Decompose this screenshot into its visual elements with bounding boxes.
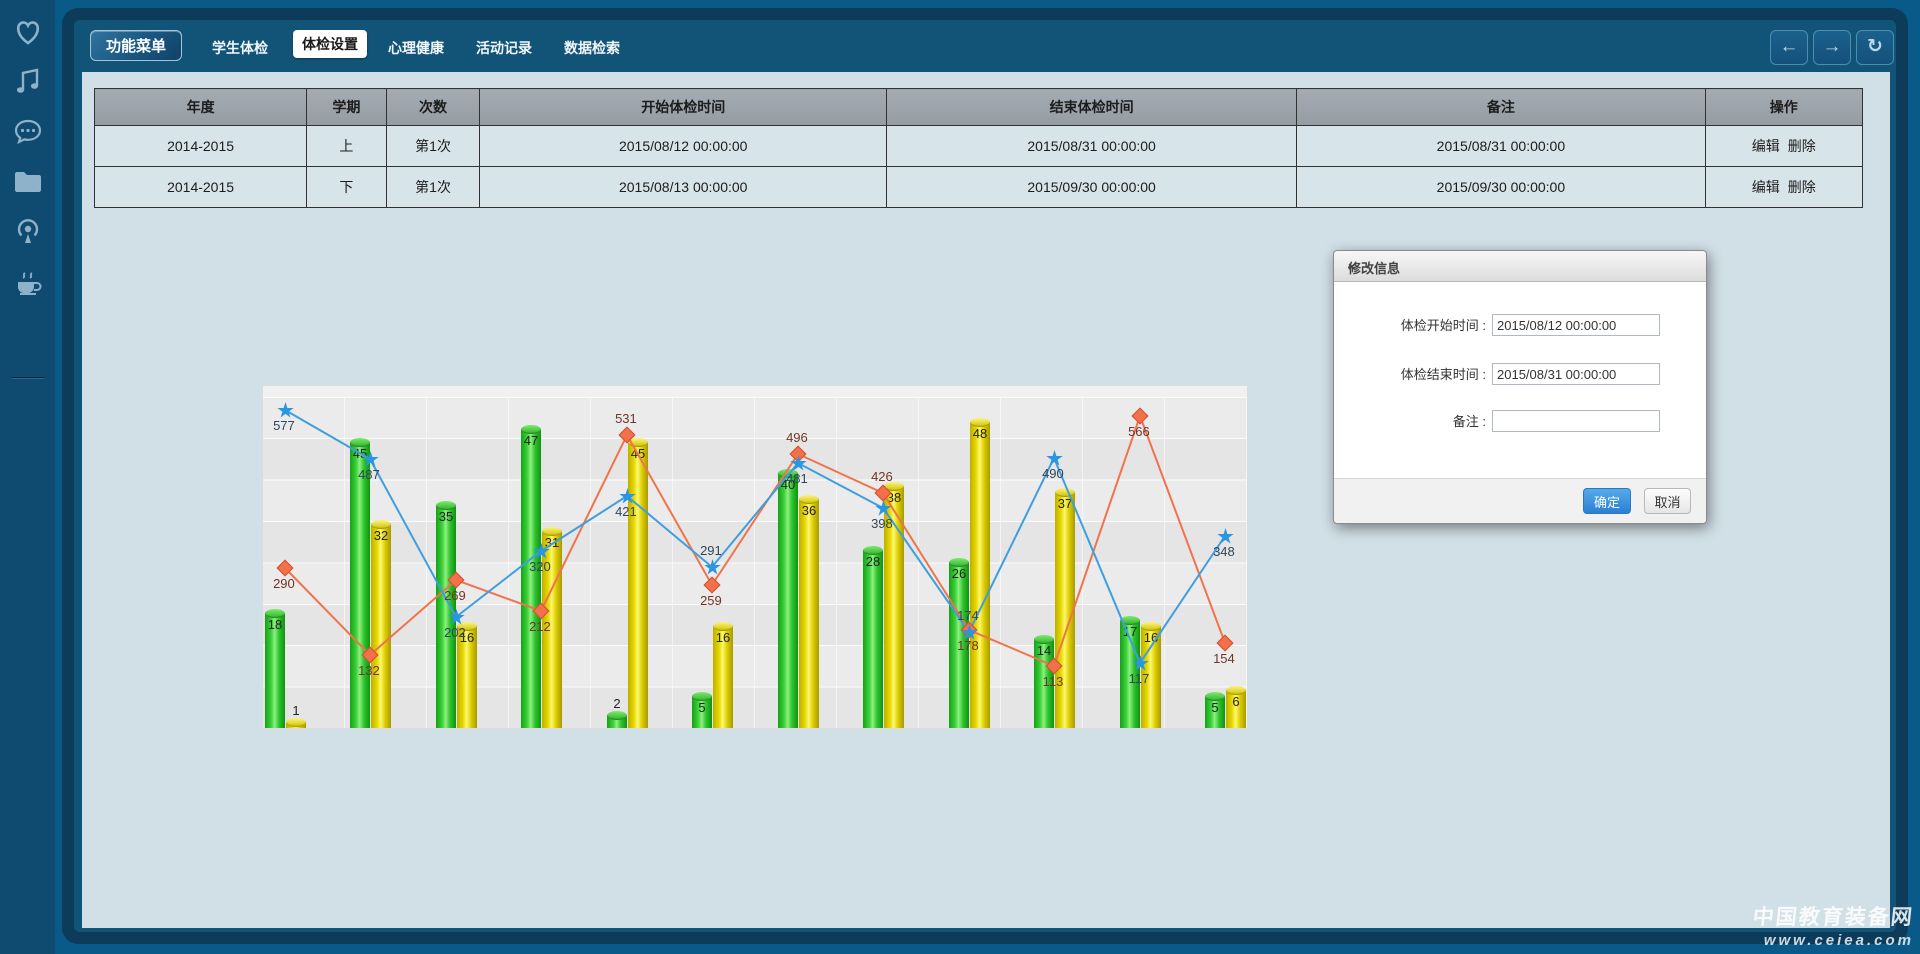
field-row-end-time: 体检结束时间 : (1334, 363, 1706, 387)
field-row-remark: 备注 : (1334, 410, 1706, 434)
table-cell: 2015/08/13 00:00:00 (480, 167, 887, 208)
line-value-label: 426 (871, 469, 893, 484)
tab-3[interactable]: 心理健康 (388, 38, 444, 58)
line-value-label: 566 (1128, 424, 1150, 439)
table-cell: 第1次 (386, 126, 480, 167)
column-header: 次数 (386, 89, 480, 126)
line-value-label: 202 (444, 625, 466, 640)
close-icon[interactable]: × (1348, 258, 1696, 276)
heart-icon[interactable] (10, 14, 46, 50)
menu-button[interactable]: 功能菜单 (90, 30, 182, 61)
line-value-label: 178 (957, 638, 979, 653)
line-value-label: 421 (615, 504, 637, 519)
line-value-label: 113 (1043, 674, 1064, 689)
line-value-label: 212 (529, 619, 551, 634)
column-header: 学期 (307, 89, 387, 126)
ok-button[interactable]: 确定 (1583, 488, 1631, 514)
tab-1[interactable]: 学生体检 (212, 38, 268, 58)
exam-statistics-chart: 1814532351647312455164036283826481437171… (263, 386, 1247, 728)
forward-icon: → (1823, 36, 1842, 57)
refresh-button[interactable]: ↻ (1856, 30, 1894, 65)
line-value-label: 174 (957, 608, 979, 623)
cancel-button[interactable]: 取消 (1644, 488, 1691, 514)
line-value-label: 290 (273, 576, 295, 591)
table-cell: 2015/08/31 00:00:00 (887, 126, 1297, 167)
dialog-footer: 确定 取消 (1334, 478, 1706, 523)
actions-cell: 编辑删除 (1705, 167, 1862, 208)
line-value-label: 320 (529, 559, 551, 574)
table-cell: 2015/08/12 00:00:00 (480, 126, 887, 167)
delete-link[interactable]: 删除 (1788, 138, 1816, 154)
line-value-label: 531 (615, 411, 637, 426)
table-cell: 2014-2015 (95, 126, 307, 167)
actions-cell: 编辑删除 (1705, 126, 1862, 167)
table-cell: 下 (307, 167, 387, 208)
sidebar-divider (12, 377, 44, 378)
line-value-label: 487 (358, 467, 380, 482)
table-cell: 2015/09/30 00:00:00 (887, 167, 1297, 208)
line-value-label: 481 (786, 471, 808, 486)
line-series (263, 397, 1247, 728)
line-value-label: 269 (444, 588, 466, 603)
field-row-start-time: 体检开始时间 : (1334, 314, 1706, 338)
sidebar (0, 0, 55, 954)
table-cell: 2015/08/31 00:00:00 (1297, 126, 1705, 167)
line-value-label: 132 (358, 663, 380, 678)
start-time-input[interactable] (1492, 314, 1660, 336)
remark-label: 备注 : (1334, 410, 1486, 434)
column-header: 年度 (95, 89, 307, 126)
chat-icon[interactable] (10, 114, 46, 150)
remark-input[interactable] (1492, 410, 1660, 432)
exam-schedule-table: 年度学期次数开始体检时间结束体检时间备注操作 2014-2015上第1次2015… (94, 88, 1863, 208)
line-value-label: 496 (786, 430, 808, 445)
coffee-icon[interactable] (10, 264, 46, 300)
line-value-label: 398 (871, 516, 893, 531)
table-row: 2014-2015下第1次2015/08/13 00:00:002015/09/… (95, 167, 1863, 208)
column-header: 结束体检时间 (887, 89, 1297, 126)
music-icon[interactable] (10, 64, 46, 100)
table-row: 2014-2015上第1次2015/08/12 00:00:002015/08/… (95, 126, 1863, 167)
folder-icon[interactable] (10, 164, 46, 200)
line-value-label: 154 (1213, 651, 1235, 666)
back-button[interactable]: ← (1770, 30, 1808, 65)
refresh-icon: ↻ (1867, 36, 1883, 57)
line-value-label: 259 (700, 593, 722, 608)
line-value-label: 291 (700, 543, 722, 558)
table-cell: 上 (307, 126, 387, 167)
dialog-titlebar[interactable]: 修改信息 × (1334, 251, 1706, 282)
broadcast-icon[interactable] (10, 214, 46, 250)
edit-info-dialog: 修改信息 × 体检开始时间 : 体检结束时间 : 备注 : 确定 取消 (1333, 250, 1707, 524)
edit-link[interactable]: 编辑 (1752, 179, 1780, 195)
tab-4[interactable]: 活动记录 (476, 38, 532, 58)
column-header: 操作 (1705, 89, 1862, 126)
tab-2[interactable]: 体检设置 (293, 30, 367, 58)
line-value-label: 348 (1213, 544, 1235, 559)
table-cell: 2015/09/30 00:00:00 (1297, 167, 1705, 208)
chart-plot-area: 1814532351647312455164036283826481437171… (263, 397, 1247, 728)
back-icon: ← (1780, 36, 1799, 57)
edit-link[interactable]: 编辑 (1752, 138, 1780, 154)
table-cell: 2014-2015 (95, 167, 307, 208)
end-time-input[interactable] (1492, 363, 1660, 385)
line-value-label: 490 (1042, 466, 1064, 481)
tab-5[interactable]: 数据检索 (564, 38, 620, 58)
line-value-label: 577 (273, 418, 295, 433)
line-value-label: 117 (1129, 671, 1150, 686)
delete-link[interactable]: 删除 (1788, 179, 1816, 195)
start-time-label: 体检开始时间 : (1334, 314, 1486, 338)
column-header: 开始体检时间 (480, 89, 887, 126)
column-header: 备注 (1297, 89, 1705, 126)
forward-button[interactable]: → (1813, 30, 1851, 65)
table-cell: 第1次 (386, 167, 480, 208)
end-time-label: 体检结束时间 : (1334, 363, 1486, 387)
